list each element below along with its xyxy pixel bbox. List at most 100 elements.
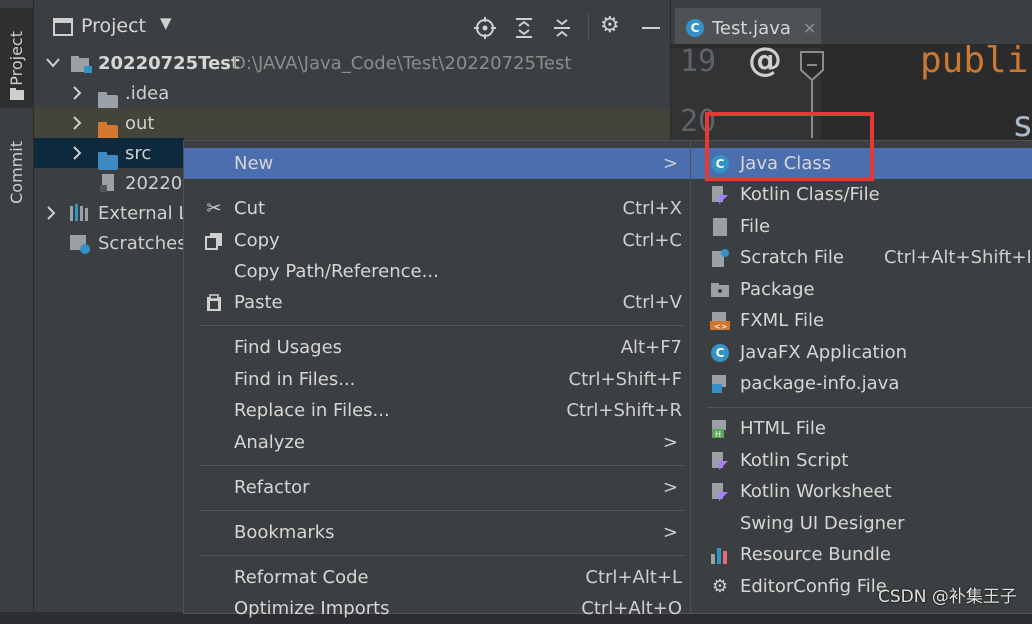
menu-item-optimize-imports[interactable]: Optimize Imports Ctrl+Alt+O xyxy=(184,593,690,624)
submenu-item-package-info[interactable]: package-info.java xyxy=(691,368,1032,399)
menu-item-shortcut: Ctrl+Shift+R xyxy=(566,400,682,421)
kotlin-worksheet-icon xyxy=(710,482,730,502)
chevron-right-icon: > xyxy=(662,477,678,498)
menu-item-label: Copy Path/Reference... xyxy=(234,261,439,282)
chevron-right-icon: > xyxy=(662,153,678,174)
tree-item-label: src xyxy=(125,142,152,164)
copy-icon xyxy=(204,231,224,251)
collapse-all-icon[interactable] xyxy=(552,17,572,39)
menu-separator xyxy=(707,407,1032,408)
submenu-item-scratch-file[interactable]: Scratch File Ctrl+Alt+Shift+In xyxy=(691,242,1032,273)
gear-icon: ⚙ xyxy=(711,576,729,597)
menu-item-shortcut: Ctrl+X xyxy=(622,198,682,219)
menu-item-shortcut: Ctrl+C xyxy=(622,230,682,251)
gear-icon[interactable]: ⚙ xyxy=(600,13,620,38)
menu-item-label: File xyxy=(740,216,771,237)
submenu-item-kotlin-script[interactable]: Kotlin Script xyxy=(691,445,1032,476)
menu-item-label: HTML File xyxy=(740,418,826,439)
submenu-item-file[interactable]: File xyxy=(691,211,1032,242)
editor-tab-label: Test.java xyxy=(712,17,791,39)
kotlin-file-icon xyxy=(710,185,730,205)
menu-item-paste[interactable]: Paste Ctrl+V xyxy=(184,287,690,318)
java-class-icon: C xyxy=(686,19,704,37)
menu-item-bookmarks[interactable]: Bookmarks > xyxy=(184,517,690,548)
watermark-text: CSDN @补集王子 xyxy=(878,587,1017,607)
menu-item-find-in-files[interactable]: Find in Files... Ctrl+Shift+F xyxy=(184,364,690,395)
submenu-item-javafx-application[interactable]: C JavaFX Application xyxy=(691,337,1032,368)
menu-item-cut[interactable]: ✂ Cut Ctrl+X xyxy=(184,193,690,224)
submenu-item-kotlin-class[interactable]: Kotlin Class/File xyxy=(691,179,1032,210)
tree-item-label: .idea xyxy=(125,82,170,104)
menu-separator xyxy=(200,325,684,326)
menu-item-replace-in-files[interactable]: Replace in Files... Ctrl+Shift+R xyxy=(184,395,690,426)
menu-item-reformat-code[interactable]: Reformat Code Ctrl+Alt+L xyxy=(184,562,690,593)
project-window-icon xyxy=(53,18,73,36)
submenu-item-kotlin-worksheet[interactable]: Kotlin Worksheet xyxy=(691,476,1032,507)
close-icon[interactable]: ✕ xyxy=(803,19,816,38)
menu-item-label: Find Usages xyxy=(234,337,343,358)
menu-item-shortcut: Ctrl+Alt+Shift+In xyxy=(884,247,1032,268)
menu-item-label: Kotlin Script xyxy=(740,450,849,471)
tool-window-strip: Project Commit xyxy=(0,0,34,612)
menu-item-refactor[interactable]: Refactor > xyxy=(184,472,690,503)
minimize-icon[interactable] xyxy=(642,27,660,29)
menu-item-label: Kotlin Class/File xyxy=(740,184,880,205)
chevron-right-icon xyxy=(47,206,56,220)
annotation-marker: @ xyxy=(748,40,782,80)
tree-item-label: out xyxy=(125,112,155,134)
menu-item-shortcut: Ctrl+Shift+F xyxy=(568,369,682,390)
menu-separator xyxy=(200,465,684,466)
submenu-item-swing-ui-designer[interactable]: Swing UI Designer > xyxy=(691,508,1032,539)
chevron-right-icon: > xyxy=(662,432,678,453)
tree-item-path: D:\JAVA\Java_Code\Test\20220725Test xyxy=(232,52,572,74)
module-file-icon xyxy=(100,174,114,192)
menu-item-label: Resource Bundle xyxy=(740,544,891,565)
tree-item-idea[interactable]: .idea xyxy=(34,78,670,110)
scissors-icon: ✂ xyxy=(206,198,222,219)
expand-all-icon[interactable] xyxy=(514,17,534,39)
menu-item-label: Optimize Imports xyxy=(234,598,390,619)
code-keyword: publi xyxy=(920,40,1029,81)
resource-bundle-icon xyxy=(710,545,730,565)
submenu-item-html-file[interactable]: H HTML File xyxy=(691,413,1032,444)
tree-item-project-root[interactable]: 20220725Test D:\JAVA\Java_Code\Test\2022… xyxy=(34,48,670,78)
module-folder-icon xyxy=(71,56,92,73)
tree-item-src[interactable]: src xyxy=(34,138,184,170)
locate-icon[interactable] xyxy=(474,17,496,39)
menu-item-shortcut: Alt+F7 xyxy=(620,337,682,358)
java-class-icon: C xyxy=(710,343,730,363)
menu-item-label: Swing UI Designer xyxy=(740,513,905,534)
chevron-right-icon xyxy=(73,86,82,100)
chevron-down-icon xyxy=(46,58,60,68)
submenu-item-fxml-file[interactable]: <> FXML File xyxy=(691,305,1032,336)
svg-text:<>: <> xyxy=(714,322,727,331)
submenu-item-resource-bundle[interactable]: Resource Bundle xyxy=(691,539,1032,570)
scratches-icon xyxy=(70,235,90,254)
line-number: 19 xyxy=(680,44,717,79)
menu-item-shortcut: Ctrl+V xyxy=(622,292,682,313)
tree-item-label: External Li xyxy=(98,202,194,224)
menu-item-find-usages[interactable]: Find Usages Alt+F7 xyxy=(184,332,690,363)
menu-item-label: Refactor xyxy=(234,477,310,498)
paste-icon xyxy=(204,293,224,313)
chevron-right-icon xyxy=(73,116,82,130)
submenu-item-package[interactable]: Package xyxy=(691,274,1032,305)
tool-tab-commit[interactable]: Commit xyxy=(0,125,33,220)
menu-item-new[interactable]: New > xyxy=(184,148,690,179)
tree-item-out[interactable]: out xyxy=(34,108,670,140)
menu-item-label: Scratch File xyxy=(740,247,844,268)
scratch-file-icon xyxy=(710,248,730,268)
menu-item-analyze[interactable]: Analyze > xyxy=(184,427,690,458)
menu-item-label: Paste xyxy=(234,292,283,313)
tool-tab-commit-label: Commit xyxy=(7,141,26,204)
menu-item-copy-path[interactable]: Copy Path/Reference... xyxy=(184,256,690,287)
library-icon xyxy=(70,204,88,221)
svg-text:H: H xyxy=(715,430,721,439)
menu-item-label: Bookmarks xyxy=(234,522,335,543)
menu-item-label: EditorConfig File xyxy=(740,576,887,597)
menu-separator xyxy=(200,510,684,511)
tool-tab-project-label: Project xyxy=(7,30,26,86)
chevron-down-icon[interactable]: ▼ xyxy=(160,14,172,32)
menu-item-copy[interactable]: Copy Ctrl+C xyxy=(184,225,690,256)
tree-item-label: 20220725Test xyxy=(98,52,240,74)
